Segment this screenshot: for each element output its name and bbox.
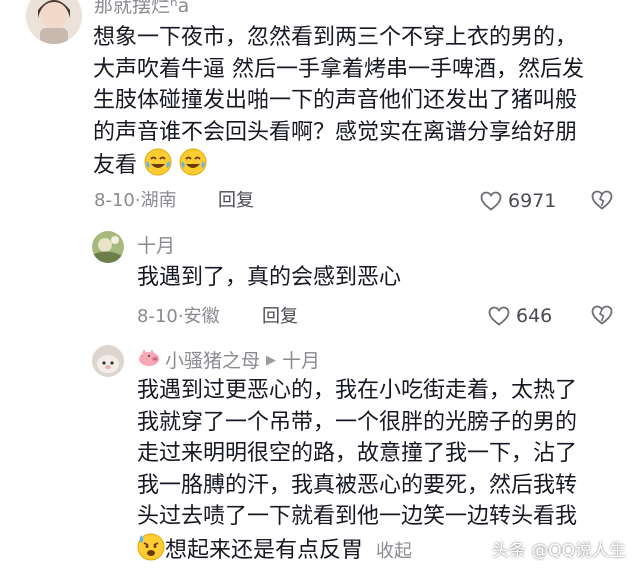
avatar[interactable] — [92, 345, 124, 377]
laughing-tears-emoji — [179, 148, 207, 186]
avatar[interactable] — [92, 231, 124, 263]
comment-line: 想象一下夜市，忽然看到两三个不穿上衣的男的， — [93, 25, 578, 50]
dislike-button[interactable] — [591, 190, 613, 214]
laughing-tears-emoji — [144, 148, 172, 186]
anxious-sweat-emoji — [137, 533, 165, 571]
pig-icon — [137, 348, 161, 374]
like-count: 6971 — [508, 190, 557, 212]
comment-line-text: 想起来还是有点反胃 — [165, 537, 364, 563]
comment-date: 8-10 — [94, 190, 135, 211]
collapse-button[interactable]: 收起 — [376, 541, 412, 562]
reply-button[interactable]: 回复 — [262, 305, 298, 329]
comment-line: 友看 — [93, 148, 584, 186]
broken-heart-icon — [591, 305, 613, 325]
comment-date: 8-10 — [137, 306, 178, 327]
broken-heart-icon — [591, 190, 613, 210]
comment-line: 头过去啧了一下就看到他一边笑一边转头看我 — [137, 504, 578, 529]
comment-username[interactable]: 小骚猪之母 — [165, 348, 260, 374]
comment-line: 我遇到了，真的会感到恶心 — [137, 265, 402, 290]
dislike-button[interactable] — [591, 305, 613, 329]
like-count: 646 — [516, 305, 553, 327]
comment-username-row: 小骚猪之母 ▶ 十月 — [137, 348, 320, 374]
comment-line: 生肢体碰撞发出啪一下的声音他们还发出了猪叫般 — [93, 88, 578, 113]
comment-line: 走过来明明很空的路，故意撞了我一下，沾了 — [137, 441, 578, 466]
comment-location: 湖南 — [140, 190, 177, 211]
comment-username[interactable]: 十月 — [137, 233, 175, 259]
watermark: 头条 @QQ说人生 — [491, 541, 626, 561]
avatar[interactable] — [26, 0, 82, 44]
comment-line: 大声吹着牛逼 然后一手拿着烤串一手啤酒，然后发 — [93, 56, 584, 82]
heart-icon — [480, 191, 502, 211]
comment-text: 我遇到了，真的会感到恶心 — [137, 262, 401, 294]
comment-line: 我一胳膊的汗，我真被恶心的要死，然后我转 — [137, 472, 578, 498]
reply-arrow-icon: ▶ — [266, 353, 277, 368]
comment-username[interactable]: 那就摆烂ⁿa — [94, 0, 189, 19]
heart-icon — [488, 306, 510, 326]
like-button[interactable]: 646 — [488, 304, 552, 328]
like-button[interactable]: 6971 — [480, 189, 556, 213]
comment-line-text: 友看 — [93, 153, 138, 178]
comment-location: 安徽 — [183, 306, 220, 327]
reply-to-username[interactable]: 十月 — [282, 348, 320, 374]
comment-line: 我遇到过更恶心的，我在小吃街走着，太热了 — [137, 378, 578, 403]
comment-line: 的声音谁不会回头看啊？感觉实在离谱分享给好朋 — [93, 119, 578, 145]
comment-line: 我就穿了一个吊带，一个很胖的光膀子的男的 — [137, 409, 578, 435]
comment-meta: 8-10·湖南 — [94, 189, 177, 213]
comment-text: 想象一下夜市，忽然看到两三个不穿上衣的男的， 大声吹着牛逼 然后一手拿着烤串一手… — [93, 22, 584, 186]
reply-button[interactable]: 回复 — [218, 189, 254, 213]
comment-meta: 8-10·安徽 — [137, 305, 220, 329]
